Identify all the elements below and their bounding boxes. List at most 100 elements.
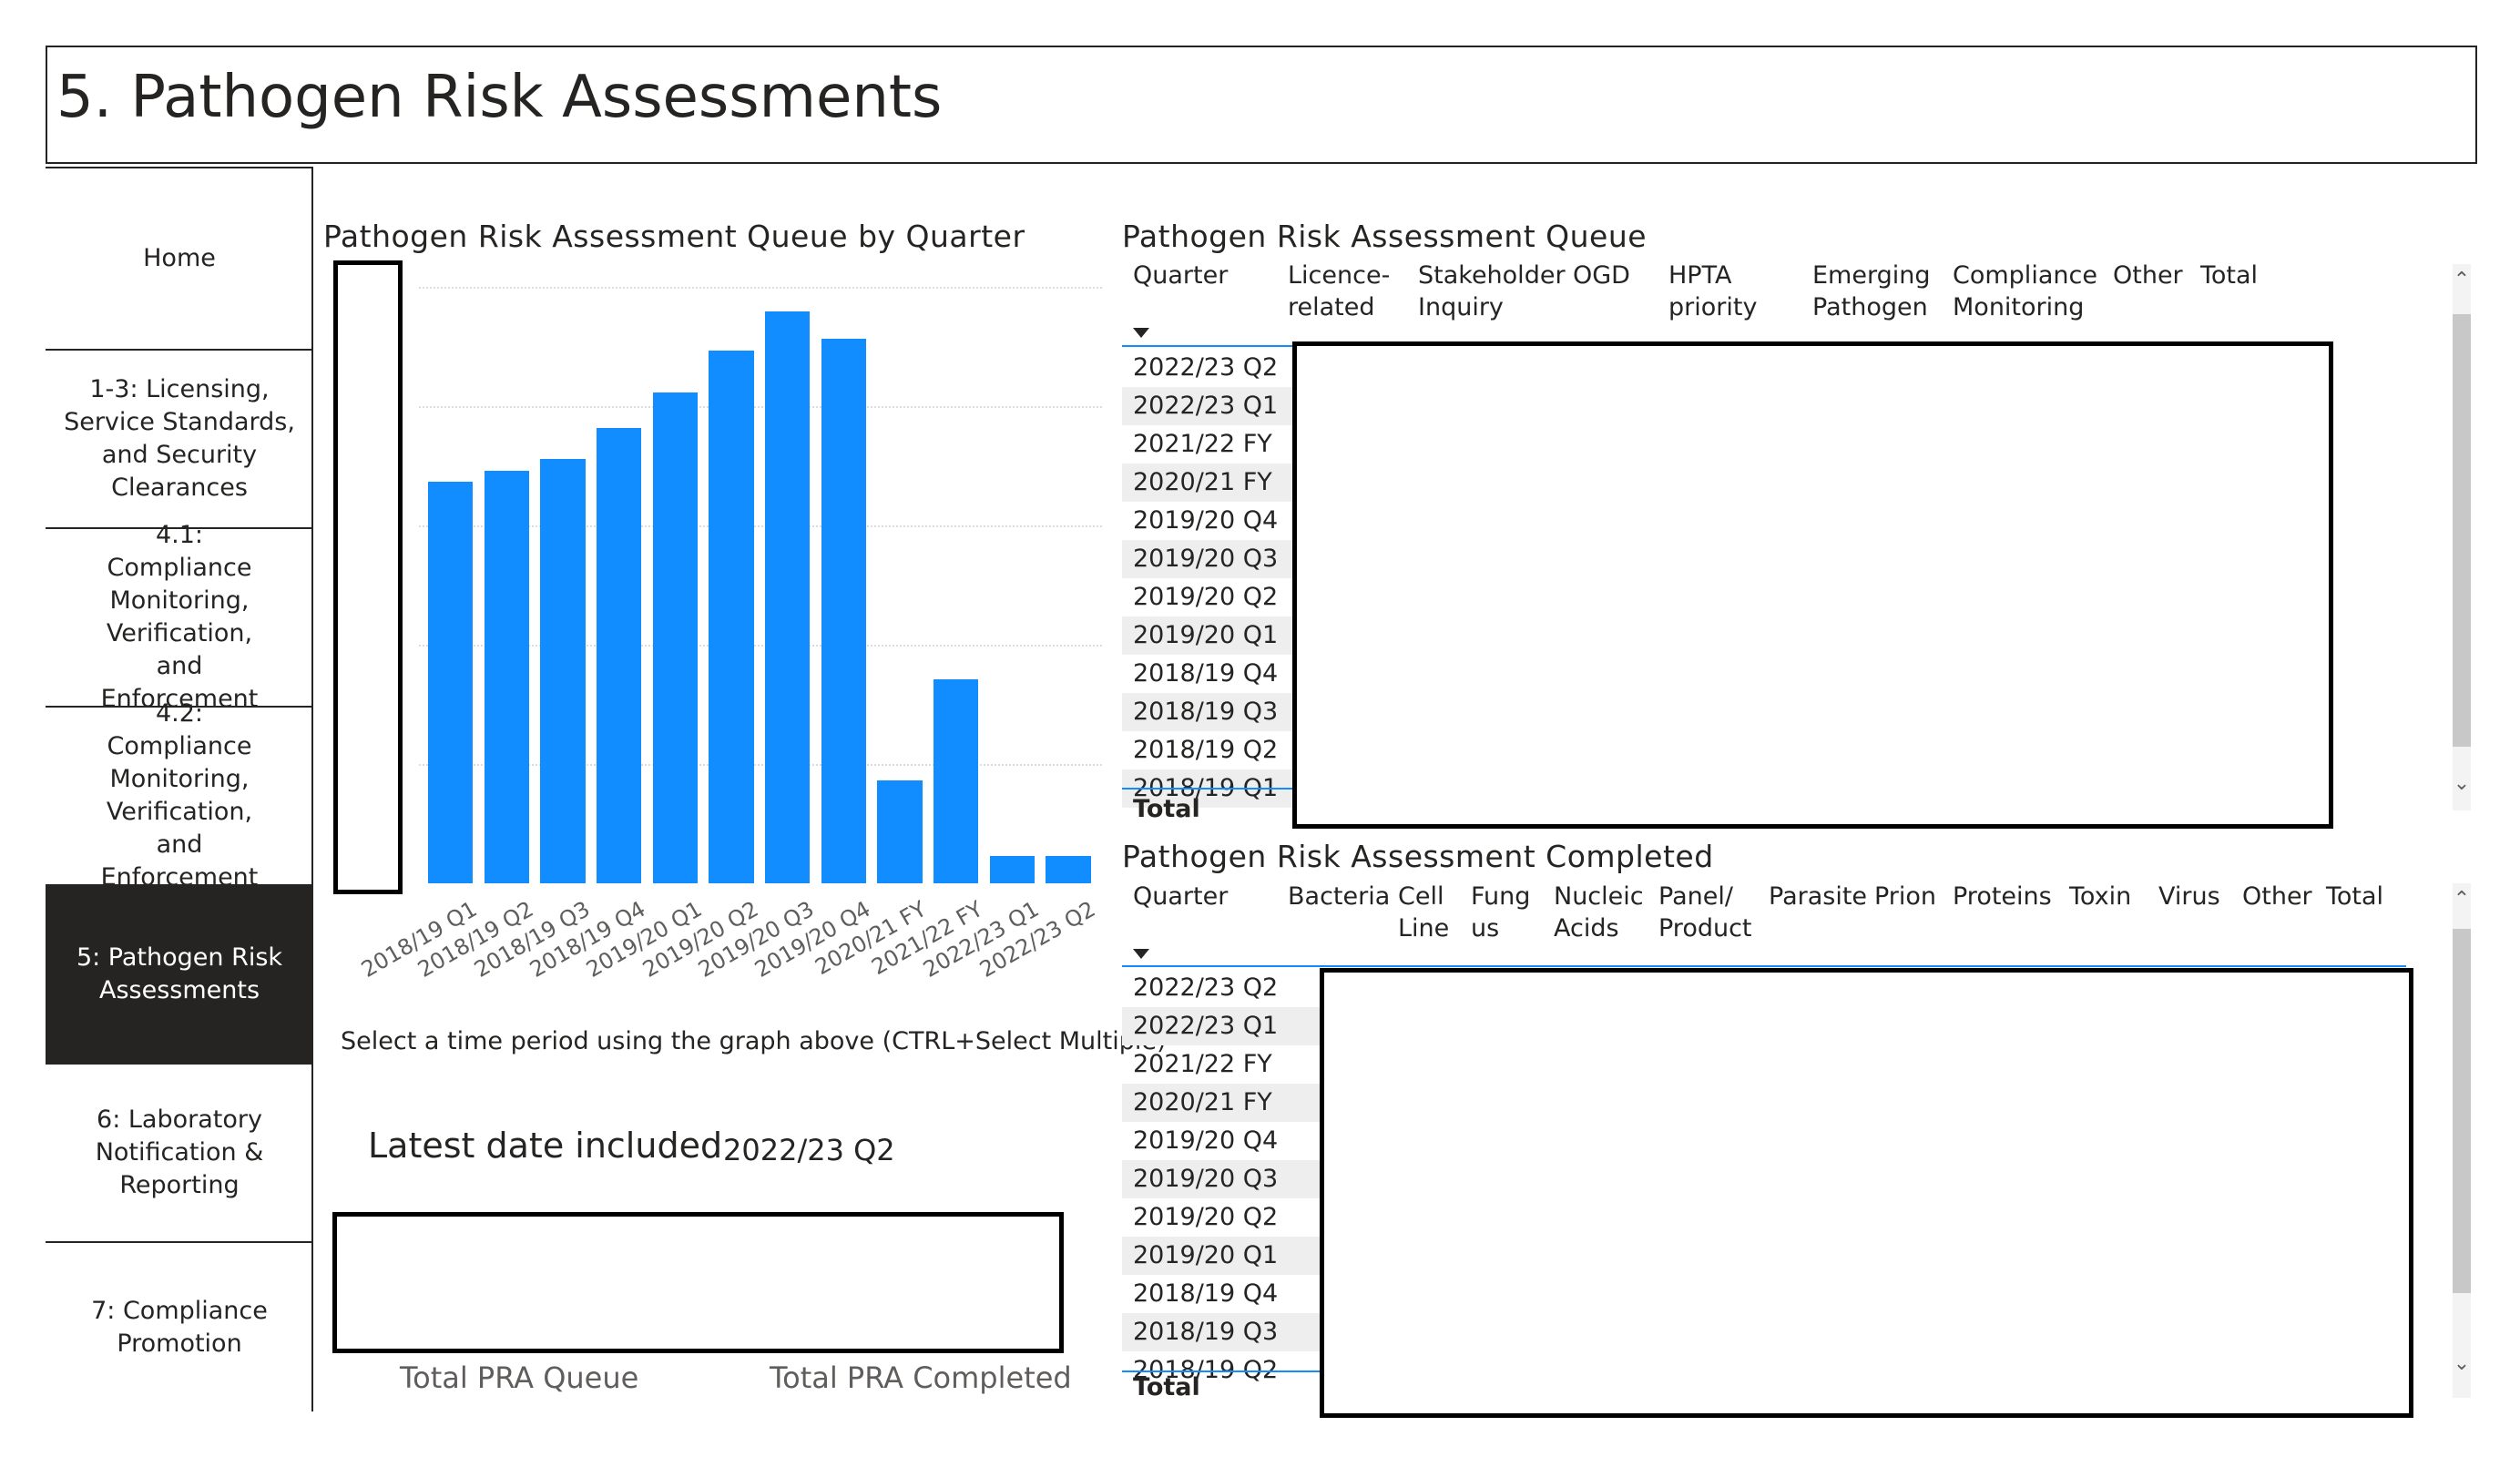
bar[interactable]: [989, 856, 1035, 883]
sidebar-item-compliance-4-2[interactable]: 4.2: Compliance Monitoring, Verification…: [46, 699, 313, 892]
column-header[interactable]: Bacteria: [1288, 881, 1390, 912]
column-header[interactable]: Total: [2326, 881, 2383, 912]
y-axis-redacted: [333, 260, 403, 894]
column-header[interactable]: Emerging Pathogen: [1812, 260, 1931, 323]
column-header[interactable]: OGD: [1573, 260, 1630, 291]
column-header[interactable]: Compliance Monitoring: [1953, 260, 2097, 323]
header-underline: [1122, 965, 2406, 967]
bar[interactable]: [484, 470, 529, 883]
sort-desc-icon[interactable]: [1133, 328, 1149, 338]
page-title: 5. Pathogen Risk Assessments: [56, 64, 943, 131]
bar[interactable]: [765, 311, 811, 883]
total-underline: [1122, 788, 1295, 790]
column-header[interactable]: Other: [2242, 881, 2312, 912]
sidebar-item-label: 7: Compliance Promotion: [91, 1296, 268, 1358]
table-row[interactable]: 2019/20 Q1: [1122, 1237, 1322, 1275]
table-row[interactable]: 2020/21 FY: [1122, 464, 1295, 502]
header-underline: [1122, 345, 1295, 347]
table-row[interactable]: 2021/22 FY: [1122, 1045, 1322, 1084]
sidebar-item-lab-notification[interactable]: 6: Laboratory Notification & Reporting: [46, 1063, 313, 1241]
table-row[interactable]: 2022/23 Q2: [1122, 969, 1322, 1007]
bar[interactable]: [877, 780, 923, 883]
column-header[interactable]: Panel/Product: [1658, 881, 1752, 944]
latest-date-label: Latest date included: [368, 1126, 723, 1166]
table-row[interactable]: 2019/20 Q1: [1122, 616, 1295, 655]
column-header[interactable]: Prion: [1874, 881, 1936, 912]
bar[interactable]: [597, 427, 642, 883]
column-header[interactable]: Toxin: [2069, 881, 2131, 912]
bar[interactable]: [709, 350, 754, 883]
column-header[interactable]: Quarter: [1133, 260, 1228, 291]
queue-values-redacted: [1292, 341, 2333, 829]
table-row[interactable]: 2018/19 Q3: [1122, 693, 1295, 731]
sidebar-item-label: 6: Laboratory Notification & Reporting: [95, 1105, 264, 1199]
column-header[interactable]: Licence-related: [1288, 260, 1390, 323]
chart-hint: Select a time period using the graph abo…: [341, 1027, 1167, 1055]
sidebar-item-compliance-promotion[interactable]: 7: Compliance Promotion: [46, 1241, 313, 1411]
total-underline: [1122, 1370, 1322, 1372]
sidebar-nav: Home 1-3: Licensing, Service Standards, …: [46, 167, 313, 1411]
latest-date-value: 2022/23 Q2: [723, 1133, 895, 1167]
column-header[interactable]: Parasite: [1769, 881, 1867, 912]
queue-total-label: Total: [1133, 795, 1200, 823]
column-header[interactable]: Fung us: [1471, 881, 1530, 944]
total-pra-queue-label: Total PRA Queue: [400, 1360, 639, 1395]
completed-table-title: Pathogen Risk Assessment Completed: [1122, 839, 1714, 874]
table-row[interactable]: 2018/19 Q2: [1122, 731, 1295, 769]
completed-scroll-thumb[interactable]: [2453, 929, 2471, 1293]
gridline: [419, 287, 1102, 289]
column-header[interactable]: Cell Line: [1398, 881, 1449, 944]
table-row[interactable]: 2018/19 Q3: [1122, 1313, 1322, 1351]
sidebar-item-label: 4.1: Compliance Monitoring, Verification…: [100, 521, 259, 713]
bar[interactable]: [934, 679, 979, 883]
column-header[interactable]: Proteins: [1953, 881, 2052, 912]
sidebar-item-home[interactable]: Home: [46, 167, 313, 349]
gridline: [419, 406, 1102, 408]
column-header[interactable]: Virus: [2158, 881, 2220, 912]
sort-desc-icon[interactable]: [1133, 949, 1149, 959]
chevron-up-icon[interactable]: ⌃: [2453, 269, 2471, 291]
bar[interactable]: [652, 392, 698, 883]
total-pra-completed-label: Total PRA Completed: [770, 1360, 1072, 1395]
table-row[interactable]: 2019/20 Q4: [1122, 502, 1295, 540]
table-row[interactable]: 2021/22 FY: [1122, 425, 1295, 464]
queue-scroll-thumb[interactable]: [2453, 314, 2471, 747]
table-row[interactable]: 2019/20 Q4: [1122, 1122, 1322, 1160]
column-header[interactable]: Nucleic Acids: [1554, 881, 1644, 944]
completed-total-label: Total: [1133, 1373, 1200, 1401]
bar[interactable]: [540, 458, 586, 883]
column-header[interactable]: Other: [2113, 260, 2183, 291]
sidebar-item-licensing[interactable]: 1-3: Licensing, Service Standards, and S…: [46, 349, 313, 527]
column-header[interactable]: Stakeholder Inquiry: [1418, 260, 1566, 323]
table-row[interactable]: 2018/19 Q4: [1122, 1275, 1322, 1313]
table-row[interactable]: 2019/20 Q2: [1122, 578, 1295, 616]
table-row[interactable]: 2022/23 Q2: [1122, 349, 1295, 387]
completed-values-redacted: [1320, 968, 2413, 1418]
sidebar-item-label: 1-3: Licensing, Service Standards, and S…: [64, 375, 295, 502]
sidebar-item-label: 4.2: Compliance Monitoring, Verification…: [100, 699, 259, 892]
bar[interactable]: [821, 338, 866, 883]
chevron-down-icon[interactable]: ⌄: [2453, 1352, 2471, 1375]
table-row[interactable]: 2020/21 FY: [1122, 1084, 1322, 1122]
queue-table-title: Pathogen Risk Assessment Queue: [1122, 219, 1648, 254]
table-row[interactable]: 2019/20 Q2: [1122, 1198, 1322, 1237]
chevron-down-icon[interactable]: ⌄: [2453, 772, 2471, 795]
sidebar-item-compliance-4-1[interactable]: 4.1: Compliance Monitoring, Verification…: [46, 521, 313, 713]
chevron-up-icon[interactable]: ⌃: [2453, 888, 2471, 911]
bar[interactable]: [1046, 856, 1091, 883]
column-header[interactable]: HPTA priority: [1668, 260, 1757, 323]
table-row[interactable]: 2022/23 Q1: [1122, 1007, 1322, 1045]
table-row[interactable]: 2019/20 Q3: [1122, 1160, 1322, 1198]
sidebar-item-label: Home: [143, 244, 216, 272]
totals-card-redacted: [332, 1212, 1064, 1353]
sidebar-divider: [311, 167, 313, 1411]
table-row[interactable]: 2022/23 Q1: [1122, 387, 1295, 425]
queue-bar-chart[interactable]: 2018/19 Q1 2018/19 Q2 2018/19 Q3 2018/19 Q4…: [328, 255, 1102, 983]
bar[interactable]: [428, 482, 474, 883]
table-row[interactable]: 2018/19 Q4: [1122, 655, 1295, 693]
sidebar-item-pathogen-risk[interactable]: 5: Pathogen Risk Assessments: [46, 884, 313, 1063]
table-row[interactable]: 2019/20 Q3: [1122, 540, 1295, 578]
column-header[interactable]: Total: [2200, 260, 2258, 291]
column-header[interactable]: Quarter: [1133, 881, 1228, 912]
sidebar-item-label: 5: Pathogen Risk Assessments: [76, 943, 283, 1004]
